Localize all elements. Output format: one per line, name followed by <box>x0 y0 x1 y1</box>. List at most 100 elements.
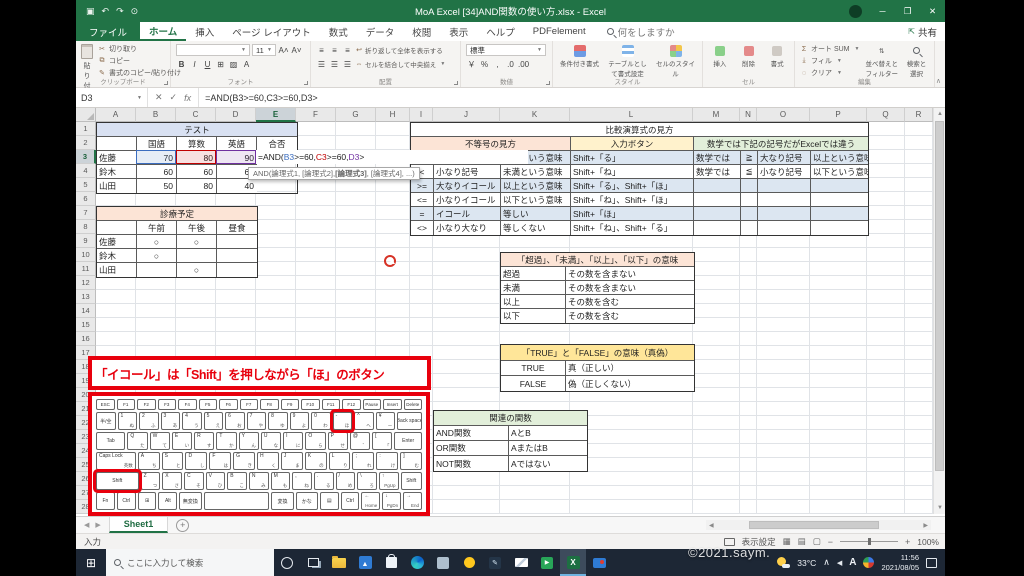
row-header-8[interactable]: 8 <box>76 220 96 234</box>
row-header-2[interactable]: 2 <box>76 136 96 150</box>
cell[interactable] <box>694 179 741 193</box>
cell[interactable]: <= <box>411 193 434 207</box>
cell[interactable]: 以上 <box>501 295 566 309</box>
cell[interactable]: Shift+「る」、Shift+「ほ」 <box>571 179 694 193</box>
cell[interactable]: 以下という意味 <box>811 165 868 179</box>
redo-icon[interactable]: ↷ <box>116 6 124 17</box>
decrease-decimal-icon[interactable]: .00 <box>518 58 529 70</box>
style-button-1[interactable]: テーブルとして書式設定 <box>606 44 649 78</box>
cell[interactable]: 以下という意味 <box>501 193 571 207</box>
cell[interactable]: 40 <box>217 179 257 193</box>
bold-button[interactable]: B <box>176 58 187 70</box>
cell[interactable]: ≦ <box>741 165 758 179</box>
borders-button[interactable]: ⊞ <box>215 58 226 70</box>
cell[interactable]: AND関数 <box>434 426 509 441</box>
bottom-align-icon[interactable]: ≡ <box>342 44 353 56</box>
row-header-5[interactable]: 5 <box>76 178 96 192</box>
column-header-N[interactable]: N <box>740 108 757 122</box>
row-header-16[interactable]: 16 <box>76 332 96 346</box>
cell[interactable] <box>137 263 177 277</box>
clipboard-item-0[interactable]: ✂ 切り取り <box>98 44 181 54</box>
row-header-9[interactable]: 9 <box>76 234 96 248</box>
tab-ページ レイアウト[interactable]: ページ レイアウト <box>223 22 319 41</box>
cell[interactable]: その数を含まない <box>566 281 694 295</box>
taskbar-clock[interactable]: 11:56 2021/08/05 <box>881 553 919 573</box>
cell[interactable]: 小なり記号 <box>434 165 501 179</box>
ime-ball-icon[interactable] <box>863 557 875 568</box>
undo-icon[interactable]: ↶ <box>102 6 110 17</box>
normal-view-icon[interactable]: ▦ <box>783 536 791 547</box>
cell[interactable]: 60 <box>137 165 177 179</box>
dialog-launcher-icon[interactable] <box>546 81 550 85</box>
cell-button-2[interactable]: 書式 <box>765 44 789 68</box>
cell[interactable]: 大なりイコール <box>434 179 501 193</box>
cell[interactable] <box>741 207 758 221</box>
cell[interactable] <box>811 207 868 221</box>
column-header-H[interactable]: H <box>376 108 410 122</box>
cell[interactable]: 入力ボタン <box>571 137 694 151</box>
weather-icon[interactable] <box>777 557 791 568</box>
style-button-2[interactable]: セルのスタイル <box>654 44 697 78</box>
edge-icon[interactable] <box>404 549 430 576</box>
cell[interactable]: 不等号の見方 <box>411 137 571 151</box>
tab-校閲[interactable]: 校閲 <box>403 22 440 41</box>
cell[interactable] <box>97 221 137 235</box>
underline-button[interactable]: U <box>202 58 213 70</box>
percent-icon[interactable]: % <box>479 58 490 70</box>
cell[interactable]: 診療予定 <box>97 207 257 221</box>
column-header-L[interactable]: L <box>570 108 693 122</box>
align-left-icon[interactable]: ☰ <box>316 58 327 70</box>
start-button[interactable]: ⊞ <box>76 549 106 576</box>
zoom-slider[interactable] <box>839 538 898 545</box>
scroll-up-icon[interactable]: ▲ <box>934 108 946 120</box>
app-icon-dark[interactable]: ✎ <box>482 549 508 576</box>
cell[interactable]: ○ <box>177 263 217 277</box>
cell[interactable] <box>694 207 741 221</box>
cell[interactable]: 数学では下記の記号だがExcelでは違う <box>694 137 868 151</box>
cell[interactable]: 等しくない <box>501 221 571 235</box>
cancel-icon[interactable]: ✕ <box>155 92 163 103</box>
cell[interactable] <box>811 221 868 235</box>
style-button-0[interactable]: 条件付き書式 <box>558 44 601 68</box>
cell[interactable]: 超過 <box>501 267 566 281</box>
cell[interactable]: 80 <box>177 151 217 165</box>
cell[interactable]: 小なり大なり <box>434 221 501 235</box>
cell[interactable]: Shift+「ね」 <box>571 165 694 179</box>
cell[interactable] <box>758 193 811 207</box>
row-header-13[interactable]: 13 <box>76 290 96 304</box>
cell[interactable]: Shift+「ほ」 <box>571 207 694 221</box>
cell[interactable]: 以上という意味 <box>811 151 868 165</box>
cell[interactable]: ○ <box>137 235 177 249</box>
italic-button[interactable]: I <box>189 58 200 70</box>
cell[interactable]: 午前 <box>137 221 177 235</box>
cell[interactable]: 合否 <box>257 137 297 151</box>
find-select-button[interactable]: 検索と選択 <box>904 44 929 78</box>
middle-align-icon[interactable]: ≡ <box>329 44 340 56</box>
cell[interactable]: その数を含む <box>566 309 694 323</box>
cell[interactable]: 小なりイコール <box>434 193 501 207</box>
cell[interactable]: 鈴木 <box>97 165 137 179</box>
cell[interactable]: 山田 <box>97 263 137 277</box>
taskbar-search[interactable]: ここに入力して検索 <box>106 549 274 576</box>
cell[interactable]: 国語 <box>137 137 177 151</box>
app-icon-green[interactable]: ▶ <box>534 549 560 576</box>
cell[interactable]: <> <box>411 221 434 235</box>
cell[interactable] <box>217 235 257 249</box>
cell[interactable]: TRUE <box>501 361 566 376</box>
share-button[interactable]: ⇱ 共有 <box>908 22 937 41</box>
cell[interactable]: AまたはB <box>509 441 587 456</box>
grow-font-button[interactable]: A˄ <box>278 44 289 56</box>
new-sheet-icon[interactable]: + <box>176 518 190 532</box>
excel-icon[interactable]: X <box>560 549 586 576</box>
sheet-prev-icon[interactable]: ◀ <box>84 521 89 529</box>
maximize-button[interactable]: ❐ <box>895 0 920 22</box>
cell[interactable]: 90 <box>217 151 257 165</box>
column-header-K[interactable]: K <box>500 108 570 122</box>
cell[interactable]: 関連の関数 <box>434 411 587 426</box>
vertical-scroll-thumb[interactable] <box>935 121 944 471</box>
cell[interactable] <box>217 249 257 263</box>
column-header-M[interactable]: M <box>693 108 740 122</box>
column-header-R[interactable]: R <box>905 108 933 122</box>
currency-icon[interactable]: ￥ <box>466 58 477 70</box>
align-right-icon[interactable]: ☰ <box>342 58 353 70</box>
